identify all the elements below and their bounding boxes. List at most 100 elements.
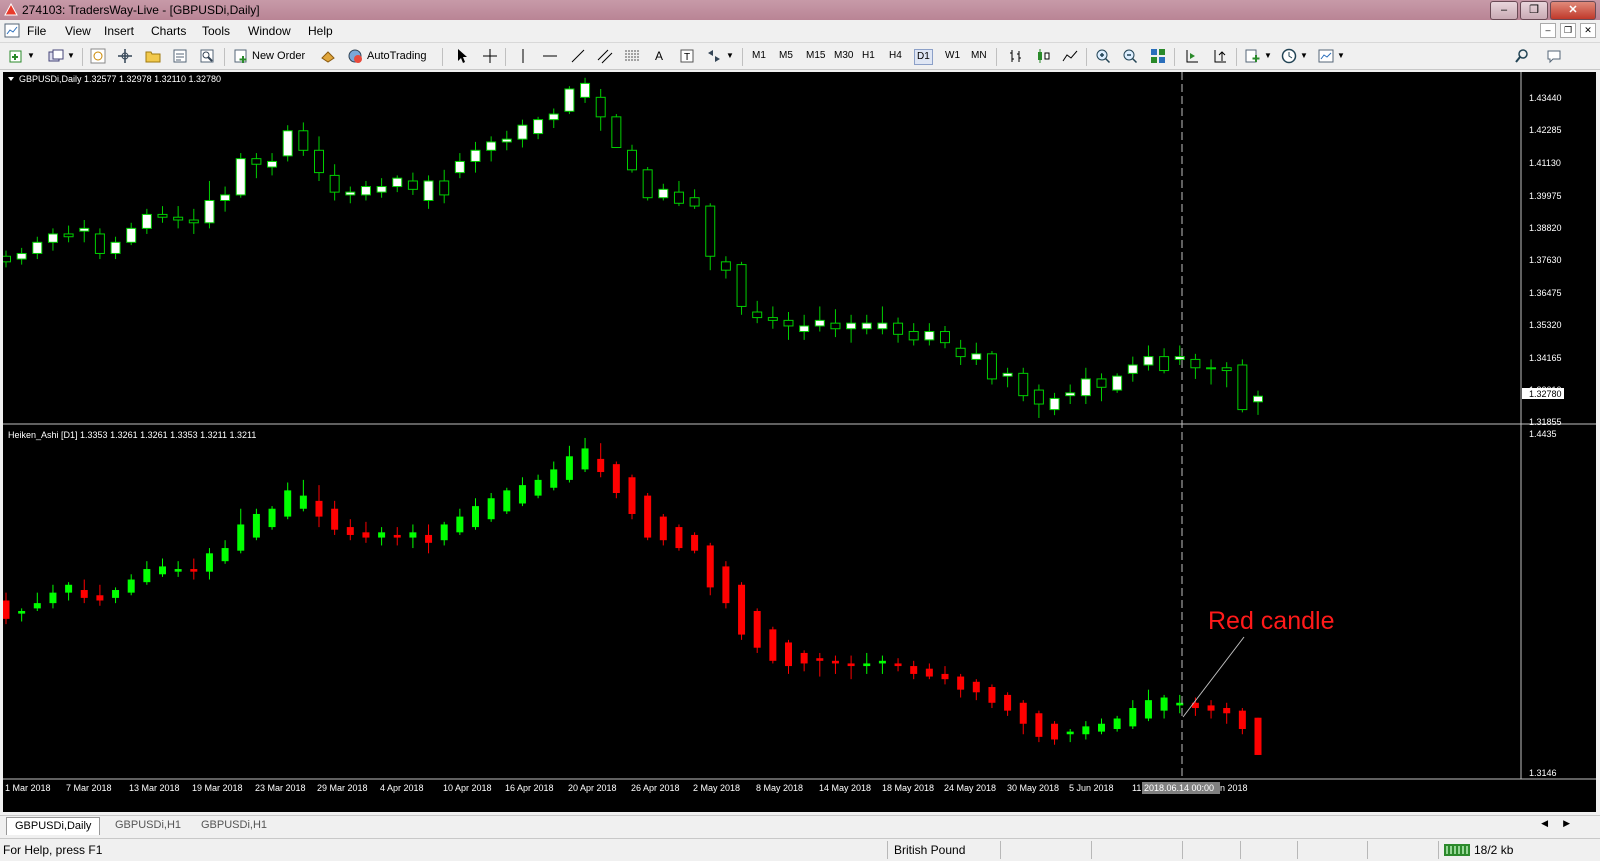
timeframe-h1[interactable]: H1 — [862, 49, 875, 63]
heiken-ashi-candle — [675, 524, 683, 551]
ha-body — [1098, 723, 1105, 732]
new-order-button[interactable]: New Order — [252, 47, 305, 65]
heiken-ashi-candle — [174, 561, 182, 577]
zoom-out-icon[interactable] — [1122, 48, 1138, 64]
fibonacci-icon[interactable] — [624, 48, 640, 64]
text-label-icon[interactable]: T — [679, 48, 695, 64]
new-chart-icon[interactable] — [8, 48, 24, 64]
mdi-restore-button[interactable]: ❐ — [1560, 23, 1576, 38]
heiken-ashi-candle — [65, 582, 73, 601]
close-button[interactable]: ✕ — [1550, 1, 1596, 20]
chart-window-icon[interactable] — [4, 23, 20, 38]
candle-body — [1174, 356, 1185, 360]
timeframe-m1[interactable]: M1 — [752, 49, 766, 63]
chart-window[interactable]: 1.43440 1.42285 1.41130 1.39975 1.38820 … — [3, 72, 1596, 812]
menu-charts[interactable]: Charts — [151, 24, 186, 38]
date-tick: 7 Mar 2018 — [66, 783, 112, 793]
heiken-ashi-candle — [299, 479, 307, 512]
timeframe-m5[interactable]: M5 — [779, 49, 793, 63]
chart-canvas[interactable]: 1.43440 1.42285 1.41130 1.39975 1.38820 … — [3, 72, 1596, 812]
candle-body — [971, 353, 982, 360]
collapse-arrow-icon[interactable] — [8, 77, 14, 81]
tile-windows-icon[interactable] — [1150, 48, 1166, 64]
timeframe-w1[interactable]: W1 — [945, 49, 960, 63]
menu-view[interactable]: View — [65, 24, 91, 38]
menu-tools[interactable]: Tools — [202, 24, 230, 38]
chevron-down-icon[interactable]: ▼ — [27, 47, 35, 65]
date-tick-fragment: n 2018 — [1220, 783, 1248, 793]
market-watch-icon[interactable] — [90, 48, 106, 64]
mdi-close-button[interactable]: ✕ — [1580, 23, 1596, 38]
chevron-down-icon[interactable]: ▼ — [1337, 47, 1345, 65]
scroll-right-icon[interactable]: ▶ — [1563, 818, 1570, 829]
navigator-icon[interactable] — [117, 48, 133, 64]
ha-body — [1160, 697, 1168, 711]
tab-gbpusdi-h1[interactable]: GBPUSDi,H1 — [107, 817, 189, 834]
menu-file[interactable]: File — [27, 24, 46, 38]
periods-clock-icon[interactable] — [1281, 48, 1297, 64]
bar-chart-icon[interactable] — [1008, 48, 1024, 64]
menu-window[interactable]: Window — [248, 24, 291, 38]
candle-body — [893, 322, 904, 335]
ha-body — [534, 479, 542, 496]
profiles-icon[interactable] — [48, 48, 64, 64]
main-candle — [1253, 390, 1263, 415]
tab-gbpusdi-daily[interactable]: GBPUSDi,Daily — [6, 817, 101, 835]
metaeditor-icon[interactable] — [320, 48, 336, 64]
terminal-icon[interactable] — [172, 48, 188, 64]
ha-body — [644, 495, 652, 538]
candle-body — [673, 191, 684, 204]
date-tick: 16 Apr 2018 — [505, 783, 554, 793]
new-order-icon[interactable] — [233, 48, 249, 64]
heiken-ashi-candle — [112, 587, 120, 604]
chevron-down-icon[interactable]: ▼ — [1264, 47, 1272, 65]
strategy-tester-icon[interactable] — [199, 48, 215, 64]
chevron-down-icon[interactable]: ▼ — [1300, 47, 1308, 65]
auto-scroll-icon[interactable] — [1184, 48, 1200, 64]
heiken-ashi-candle — [472, 498, 479, 530]
autotrading-icon[interactable] — [347, 48, 363, 64]
templates-icon[interactable] — [1318, 48, 1334, 64]
tab-gbpusdi-h1-2[interactable]: GBPUSDi,H1 — [193, 817, 275, 834]
candle-body — [548, 113, 559, 121]
trendline-icon[interactable] — [570, 48, 586, 64]
main-candle — [204, 180, 215, 229]
arrows-icon[interactable] — [706, 48, 722, 64]
minimize-button[interactable]: – — [1490, 1, 1518, 20]
chat-icon[interactable] — [1546, 48, 1562, 64]
chevron-down-icon[interactable]: ▼ — [726, 47, 734, 65]
mdi-minimize-button[interactable]: – — [1540, 23, 1556, 38]
heiken-ashi-candle — [706, 542, 714, 596]
chevron-down-icon[interactable]: ▼ — [67, 47, 75, 65]
folder-icon[interactable] — [145, 48, 161, 64]
main-candle — [767, 306, 778, 329]
zoom-in-icon[interactable] — [1095, 48, 1111, 64]
crosshair-icon[interactable] — [482, 48, 498, 64]
menu-help[interactable]: Help — [308, 24, 333, 38]
timeframe-m30[interactable]: M30 — [834, 49, 853, 63]
chart-shift-icon[interactable] — [1212, 48, 1228, 64]
scroll-left-icon[interactable]: ◀ — [1541, 818, 1548, 829]
heiken-ashi-candle — [988, 684, 996, 709]
line-chart-icon[interactable] — [1062, 48, 1078, 64]
main-candle — [423, 175, 434, 209]
timeframe-m15[interactable]: M15 — [806, 49, 825, 63]
cursor-icon[interactable] — [455, 48, 471, 64]
timeframe-mn[interactable]: MN — [971, 49, 987, 63]
main-candle — [1033, 384, 1044, 418]
menu-insert[interactable]: Insert — [104, 24, 134, 38]
timeframe-h4[interactable]: H4 — [889, 49, 902, 63]
candle-body — [486, 141, 497, 151]
heiken-ashi-candle — [581, 437, 589, 473]
heiken-ashi-candle — [127, 574, 135, 596]
autotrading-button[interactable]: AutoTrading — [367, 47, 427, 65]
channel-icon[interactable] — [597, 48, 613, 64]
indicators-icon[interactable] — [1245, 48, 1261, 64]
text-tool-icon[interactable]: A — [655, 47, 663, 65]
maximize-button[interactable]: ❐ — [1520, 1, 1548, 20]
timeframe-d1[interactable]: D1 — [914, 49, 933, 65]
search-icon[interactable] — [1514, 48, 1530, 64]
vertical-line-icon[interactable] — [515, 48, 531, 64]
horizontal-line-icon[interactable] — [542, 48, 558, 64]
candlestick-icon[interactable] — [1035, 48, 1051, 64]
